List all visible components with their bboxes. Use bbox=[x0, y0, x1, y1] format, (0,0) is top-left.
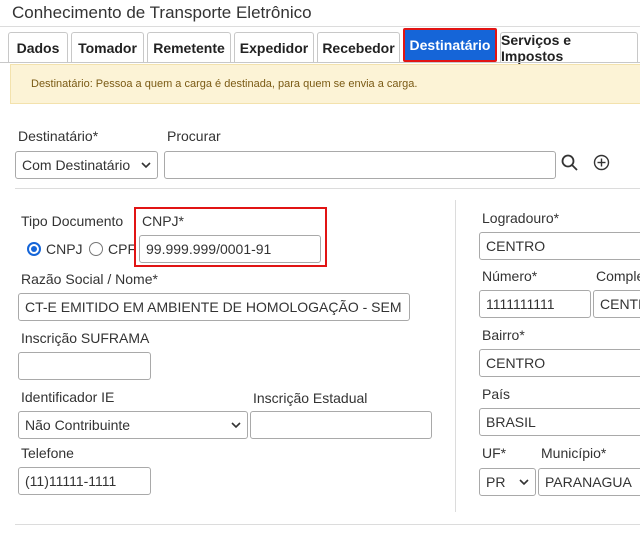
info-message: Destinatário: Pessoa a quem a carga é de… bbox=[31, 78, 418, 90]
municipio-label: Município* bbox=[541, 445, 607, 461]
telefone-label: Telefone bbox=[21, 445, 74, 461]
destinatario-select-value: Com Destinatário bbox=[22, 157, 131, 173]
telefone-input[interactable]: (11)11111-1111 bbox=[18, 467, 151, 495]
identificador-ie-label: Identificador IE bbox=[21, 389, 115, 405]
tab-expedidor[interactable]: Expedidor bbox=[234, 32, 314, 62]
title-divider bbox=[0, 26, 640, 27]
tab-servicos-e-impostos[interactable]: Serviços e Impostos bbox=[500, 32, 638, 64]
logradouro-input[interactable]: CENTRO bbox=[479, 232, 640, 260]
add-circle-icon[interactable] bbox=[593, 154, 610, 171]
tab-recebedor[interactable]: Recebedor bbox=[317, 32, 400, 62]
pais-label: País bbox=[482, 386, 511, 402]
uf-select[interactable]: PR bbox=[479, 468, 536, 496]
radio-cpf-label: CPF bbox=[108, 241, 136, 257]
chevron-down-icon bbox=[519, 479, 529, 486]
section-divider bbox=[15, 188, 640, 189]
tab-remetente[interactable]: Remetente bbox=[147, 32, 231, 62]
tab-destinatario[interactable]: Destinatário bbox=[403, 28, 497, 62]
bottom-divider bbox=[15, 524, 640, 525]
uf-select-value: PR bbox=[486, 474, 506, 490]
cnpj-label: CNPJ* bbox=[142, 213, 185, 229]
razao-social-input[interactable]: CT-E EMITIDO EM AMBIENTE DE HOMOLOGAÇÃO … bbox=[18, 293, 410, 321]
identificador-ie-select[interactable]: Não Contribuinte bbox=[18, 411, 248, 439]
tipo-documento-label: Tipo Documento bbox=[21, 213, 124, 229]
municipio-input[interactable]: PARANAGUA bbox=[538, 468, 640, 496]
destinatario-select[interactable]: Com Destinatário bbox=[15, 151, 158, 179]
info-banner: Destinatário: Pessoa a quem a carga é de… bbox=[10, 64, 640, 104]
pais-input[interactable]: BRASIL bbox=[479, 408, 640, 436]
suframa-label: Inscrição SUFRAMA bbox=[21, 330, 150, 346]
inscricao-estadual-label: Inscrição Estadual bbox=[253, 390, 368, 406]
radio-cpf[interactable] bbox=[89, 242, 103, 256]
suframa-input[interactable] bbox=[18, 352, 151, 380]
complemento-input[interactable]: CENTR bbox=[593, 290, 640, 318]
tabs-divider bbox=[0, 62, 640, 63]
window-title: Conhecimento de Transporte Eletrônico bbox=[12, 3, 312, 22]
numero-label: Número* bbox=[482, 268, 538, 284]
search-icon[interactable] bbox=[561, 154, 579, 172]
procurar-input[interactable] bbox=[164, 151, 556, 179]
radio-cnpj-label: CNPJ bbox=[46, 241, 83, 257]
destinatario-label: Destinatário* bbox=[18, 128, 99, 144]
uf-label: UF* bbox=[482, 445, 507, 461]
razao-social-label: Razão Social / Nome* bbox=[21, 271, 158, 287]
logradouro-label: Logradouro* bbox=[482, 210, 560, 226]
bairro-input[interactable]: CENTRO bbox=[479, 349, 640, 377]
chevron-down-icon bbox=[141, 162, 151, 169]
complemento-label: Comple bbox=[596, 268, 640, 284]
column-divider bbox=[455, 200, 456, 512]
bairro-label: Bairro* bbox=[482, 327, 525, 343]
tab-dados[interactable]: Dados bbox=[8, 32, 68, 62]
identificador-ie-value: Não Contribuinte bbox=[25, 417, 131, 433]
cnpj-input[interactable]: 99.999.999/0001-91 bbox=[139, 235, 321, 263]
numero-input[interactable]: 1111111111 bbox=[479, 290, 591, 318]
tab-tomador[interactable]: Tomador bbox=[71, 32, 144, 62]
procurar-label: Procurar bbox=[167, 128, 221, 144]
inscricao-estadual-input[interactable] bbox=[250, 411, 432, 439]
radio-cnpj[interactable] bbox=[27, 242, 41, 256]
chevron-down-icon bbox=[231, 422, 241, 429]
